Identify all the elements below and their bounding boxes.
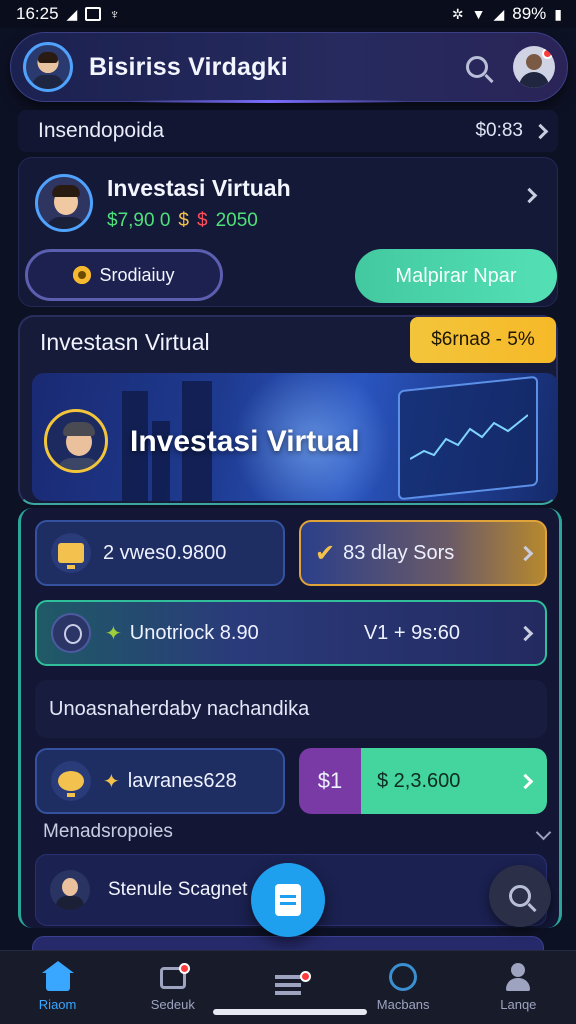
chevron-right-icon	[532, 123, 549, 139]
wifi-icon: ▼	[471, 6, 486, 22]
account-avatar	[35, 174, 93, 232]
app-header: Bisiriss Virdagki	[10, 32, 568, 103]
notification-icon	[85, 7, 102, 21]
summary-value: $0:83	[475, 120, 523, 141]
tile-unlock-value: V1 + 9s:60	[363, 621, 460, 644]
nav-home[interactable]: Riaom	[8, 961, 108, 1012]
check-icon: ✔	[315, 539, 336, 567]
battery-text: 89%	[512, 4, 547, 23]
nav-cards-label: Sedeuk	[150, 997, 195, 1012]
tile-unlock[interactable]: ✦ Unotriock 8.90 V1 + 9s:60	[35, 600, 547, 666]
battery-icon: ▮	[554, 5, 562, 22]
chevron-down-icon	[535, 824, 552, 840]
app-title: Bisiriss Virdagki	[89, 52, 288, 81]
profile-button[interactable]	[513, 46, 555, 88]
tile-amount[interactable]: $1 $ 2,3.600	[299, 748, 547, 814]
tile-amount-badge: $1	[299, 748, 361, 814]
account-card: Investasi Virtuah $7,90 0 $ $ 2050 Srodi…	[18, 157, 558, 307]
nav-cards[interactable]: Sedeuk	[123, 963, 223, 1012]
section-header[interactable]: Menadsropoies	[43, 821, 552, 843]
signal-small-icon: ◢	[66, 5, 78, 22]
search-button[interactable]	[455, 45, 499, 89]
hero-banner: Investasi Virtual	[32, 373, 558, 501]
tile-info[interactable]: Unoasnaherdaby nachandika	[35, 680, 547, 738]
account-value-green: $7,90 0	[107, 210, 171, 231]
sparkle-icon: ✦	[105, 622, 122, 645]
agent-icon	[51, 761, 91, 801]
chat-icon	[389, 963, 418, 991]
summary-row[interactable]: Insendopoida $0:83	[18, 110, 558, 152]
notification-dot	[299, 970, 311, 982]
sparkle-icon: ✦	[103, 770, 120, 793]
gear-icon	[73, 266, 92, 284]
list-item-label: Stenule Scagnet	[108, 879, 248, 900]
nav-profile-label: Lanqe	[500, 997, 537, 1012]
primary-button-label: Malpirar Npar	[395, 264, 517, 287]
tile-daily[interactable]: ✔ 83 dlay Sors	[299, 520, 547, 586]
tile-balance[interactable]: 2 vwes0.9800	[35, 520, 285, 586]
hero-avatar	[44, 409, 108, 473]
document-icon	[275, 884, 301, 916]
status-time: 16:25	[16, 4, 59, 23]
notification-dot	[542, 48, 553, 59]
hero-card[interactable]: Investasn Virtual $6rna8 - 5% Investasi …	[18, 315, 558, 505]
user-icon	[504, 963, 532, 991]
chevron-right-icon[interactable]	[521, 187, 538, 204]
tile-unlock-label: Unotriock 8.90	[129, 621, 259, 644]
account-title: Investasi Virtuah	[107, 175, 291, 201]
menu-icon	[274, 974, 301, 995]
home-indicator	[213, 1009, 367, 1015]
hero-banner-text: Investasi Virtual	[130, 425, 360, 458]
cell-signal-icon: ◢	[493, 5, 505, 22]
floating-search-button[interactable]	[489, 865, 551, 927]
hero-badge: $6rna8 - 5%	[410, 317, 556, 363]
nav-messages[interactable]: Macbans	[353, 963, 453, 1012]
trophy-icon: ♆	[109, 6, 120, 22]
notification-dot	[178, 963, 190, 974]
lightbulb-icon	[51, 613, 91, 653]
tile-investments[interactable]: ✦ lavranes628	[35, 748, 285, 814]
secondary-button-label: Srodiaiuy	[99, 264, 175, 285]
home-icon	[41, 961, 74, 991]
tile-balance-label: 2 vwes0.9800	[103, 541, 227, 564]
floating-action-button[interactable]	[251, 863, 325, 937]
nav-messages-label: Macbans	[376, 997, 430, 1012]
primary-action-button[interactable]: Malpirar Npar	[355, 249, 557, 303]
header-avatar[interactable]	[23, 42, 73, 92]
nav-profile[interactable]: Lanqe	[468, 963, 568, 1012]
tile-amount-value: $ 2,3.600	[377, 769, 461, 792]
alarm-icon: ✲	[451, 5, 464, 22]
dollar-icon: $	[178, 210, 189, 231]
chevron-right-icon	[517, 625, 534, 641]
account-values: $7,90 0 $ $ 2050	[107, 210, 258, 232]
tile-investments-label: lavranes628	[127, 769, 237, 792]
section-title: Menadsropoies	[43, 821, 173, 842]
summary-label: Insendopoida	[38, 119, 165, 142]
status-bar: 16:25 ◢ ♆ ✲ ▼ ◢ 89% ▮	[0, 0, 576, 28]
hero-title: Investasn Virtual	[40, 329, 210, 355]
search-icon	[509, 885, 531, 907]
list-avatar	[50, 870, 90, 910]
monitor-icon	[51, 533, 91, 573]
trend-line-illustration	[410, 414, 528, 460]
chevron-right-icon	[517, 773, 534, 789]
red-dollar-icon: $	[196, 210, 208, 231]
tile-daily-label: 83 dlay Sors	[343, 541, 455, 564]
chevron-right-icon	[517, 545, 534, 561]
nav-menu[interactable]	[238, 970, 338, 1005]
search-icon	[466, 56, 488, 78]
nav-home-label: Riaom	[38, 997, 77, 1012]
account-value-red: 2050	[215, 210, 258, 231]
secondary-action-button[interactable]: Srodiaiuy	[25, 249, 223, 301]
